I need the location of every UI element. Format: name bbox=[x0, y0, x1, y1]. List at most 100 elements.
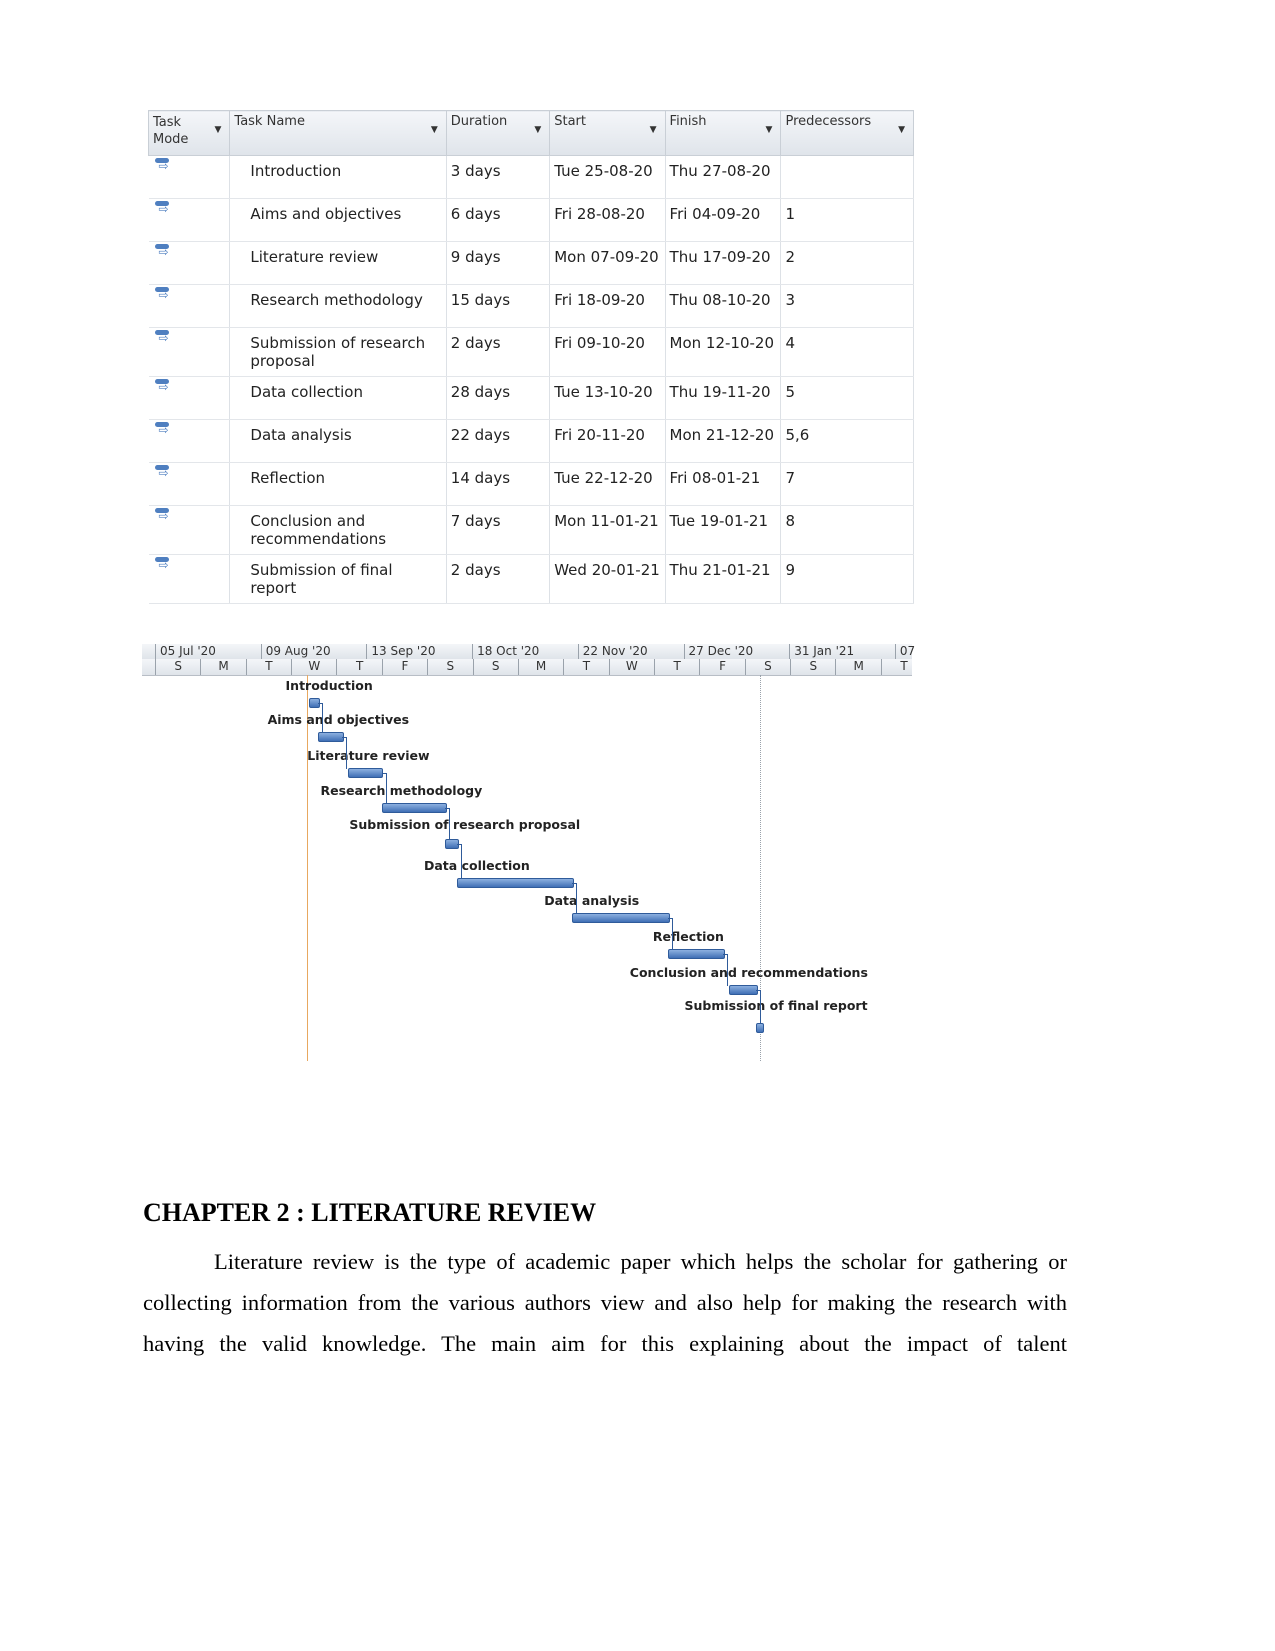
column-header-label: Start bbox=[554, 114, 586, 129]
duration-cell: 9 days bbox=[446, 241, 551, 285]
timescale-period: 22 Nov '20 bbox=[577, 644, 684, 659]
task-bar-label: Research methodology bbox=[320, 783, 483, 798]
start-cell: Mon 07-09-20 bbox=[549, 241, 666, 285]
task-mode-cell bbox=[148, 376, 231, 420]
filter-dropdown-icon[interactable]: ▼ bbox=[431, 125, 438, 135]
filter-dropdown-icon[interactable]: ▼ bbox=[766, 125, 773, 135]
task-mode-cell bbox=[148, 284, 231, 328]
timescale-day: W bbox=[608, 659, 654, 675]
auto-scheduled-icon bbox=[154, 201, 171, 217]
column-header[interactable]: Predecessors ▼ bbox=[780, 110, 914, 156]
task-row[interactable]: Research methodology15 daysFri 18-09-20T… bbox=[148, 284, 914, 328]
name-cell: Introduction bbox=[229, 155, 447, 199]
duration-cell: 28 days bbox=[446, 376, 551, 420]
task-bar[interactable] bbox=[571, 913, 671, 923]
column-header-label: Task Name bbox=[234, 114, 305, 129]
dependency-link bbox=[381, 773, 387, 804]
finish-cell: Mon 12-10-20 bbox=[665, 327, 782, 377]
task-bar-label: Conclusion and recommendations bbox=[629, 965, 868, 980]
finish-cell: Tue 19-01-21 bbox=[665, 505, 782, 555]
column-header[interactable]: Finish ▼ bbox=[664, 110, 782, 156]
start-cell: Wed 20-01-21 bbox=[549, 554, 666, 604]
task-mode-cell bbox=[148, 462, 231, 506]
pred-cell: 5 bbox=[780, 376, 914, 420]
task-mode-cell bbox=[148, 419, 231, 463]
task-row[interactable]: Submission of final report2 daysWed 20-0… bbox=[148, 554, 914, 604]
filter-dropdown-icon[interactable]: ▼ bbox=[214, 125, 221, 135]
name-cell: Submission of research proposal bbox=[229, 327, 447, 377]
finish-cell: Fri 04-09-20 bbox=[665, 198, 782, 242]
name-cell: Literature review bbox=[229, 241, 447, 285]
auto-scheduled-icon bbox=[154, 557, 171, 573]
pred-cell: 2 bbox=[780, 241, 914, 285]
task-bar[interactable] bbox=[457, 878, 574, 888]
column-header[interactable]: Task Name ▼ bbox=[229, 110, 447, 156]
task-row[interactable]: Introduction3 daysTue 25-08-20Thu 27-08-… bbox=[148, 155, 914, 199]
task-bar[interactable] bbox=[728, 985, 758, 995]
task-row[interactable]: Data collection28 daysTue 13-10-20Thu 19… bbox=[148, 376, 914, 420]
task-bar[interactable] bbox=[318, 732, 345, 742]
auto-scheduled-icon bbox=[154, 465, 171, 481]
filter-dropdown-icon[interactable]: ▼ bbox=[534, 125, 541, 135]
pred-cell: 9 bbox=[780, 554, 914, 604]
finish-cell: Thu 08-10-20 bbox=[665, 284, 782, 328]
name-cell: Aims and objectives bbox=[229, 198, 447, 242]
auto-scheduled-icon bbox=[154, 379, 171, 395]
task-bar-label: Submission of final report bbox=[684, 998, 868, 1013]
pred-cell: 7 bbox=[780, 462, 914, 506]
name-cell: Data collection bbox=[229, 376, 447, 420]
duration-cell: 15 days bbox=[446, 284, 551, 328]
column-header-label: Predecessors bbox=[785, 114, 872, 129]
task-mode-cell bbox=[148, 198, 231, 242]
name-cell: Reflection bbox=[229, 462, 447, 506]
task-row[interactable]: Reflection14 daysTue 22-12-20Fri 08-01-2… bbox=[148, 462, 914, 506]
timescale-day: F bbox=[381, 659, 427, 675]
task-bar[interactable] bbox=[348, 768, 384, 778]
dependency-link bbox=[755, 990, 761, 1024]
auto-scheduled-icon bbox=[154, 330, 171, 346]
gantt-chart: 05 Jul '20 09 Aug '20 13 Sep '20 18 Oct '20… bbox=[142, 640, 915, 1070]
column-header-label: Task Mode bbox=[153, 115, 189, 147]
finish-cell: Thu 17-09-20 bbox=[665, 241, 782, 285]
timescale-period: 05 Jul '20 bbox=[155, 644, 261, 659]
column-header[interactable]: Start ▼ bbox=[549, 110, 666, 156]
column-header-label: Duration bbox=[450, 114, 508, 129]
task-bar-label: Submission of research proposal bbox=[349, 817, 581, 832]
task-bar-label: Data analysis bbox=[544, 893, 640, 908]
dependency-link bbox=[722, 954, 728, 986]
timescale-day: S bbox=[790, 659, 835, 675]
timescale-day: F bbox=[699, 659, 744, 675]
task-bar[interactable] bbox=[381, 803, 447, 813]
task-row[interactable]: Submission of research proposal2 daysFri… bbox=[148, 327, 914, 377]
filter-dropdown-icon[interactable]: ▼ bbox=[898, 125, 905, 135]
timescale-day: T bbox=[880, 659, 926, 675]
task-bar[interactable] bbox=[755, 1023, 764, 1033]
auto-scheduled-icon bbox=[154, 422, 171, 438]
duration-cell: 3 days bbox=[446, 155, 551, 199]
task-row[interactable]: Aims and objectives6 daysFri 28-08-20Fri… bbox=[148, 198, 914, 242]
auto-scheduled-icon bbox=[154, 508, 171, 524]
timescale-day: M bbox=[517, 659, 563, 675]
task-bar[interactable] bbox=[668, 949, 725, 959]
pred-cell: 1 bbox=[780, 198, 914, 242]
task-row[interactable]: Literature review9 daysMon 07-09-20Thu 1… bbox=[148, 241, 914, 285]
chapter-heading: CHAPTER 2 : LITERATURE REVIEW bbox=[143, 1198, 597, 1227]
timescale-day: T bbox=[654, 659, 699, 675]
task-row[interactable]: Data analysis22 daysFri 20-11-20Mon 21-1… bbox=[148, 419, 914, 463]
timescale-major: 05 Jul '20 09 Aug '20 13 Sep '20 18 Oct '20… bbox=[142, 644, 915, 660]
timescale-period: 07 bbox=[894, 644, 1001, 659]
dependency-link bbox=[342, 737, 348, 769]
task-bar-label: Data collection bbox=[424, 858, 530, 873]
duration-cell: 22 days bbox=[446, 419, 551, 463]
filter-dropdown-icon[interactable]: ▼ bbox=[650, 125, 657, 135]
timescale-day: T bbox=[245, 659, 291, 675]
task-mode-cell bbox=[148, 554, 231, 604]
pred-cell bbox=[780, 155, 914, 199]
task-row[interactable]: Conclusion and recommendations7 daysMon … bbox=[148, 505, 914, 555]
column-header[interactable]: Task Mode ▼ bbox=[147, 110, 231, 156]
finish-cell: Mon 21-12-20 bbox=[665, 419, 782, 463]
auto-scheduled-icon bbox=[154, 158, 171, 174]
start-cell: Tue 13-10-20 bbox=[549, 376, 666, 420]
task-mode-cell bbox=[148, 241, 231, 285]
column-header[interactable]: Duration ▼ bbox=[445, 110, 551, 156]
